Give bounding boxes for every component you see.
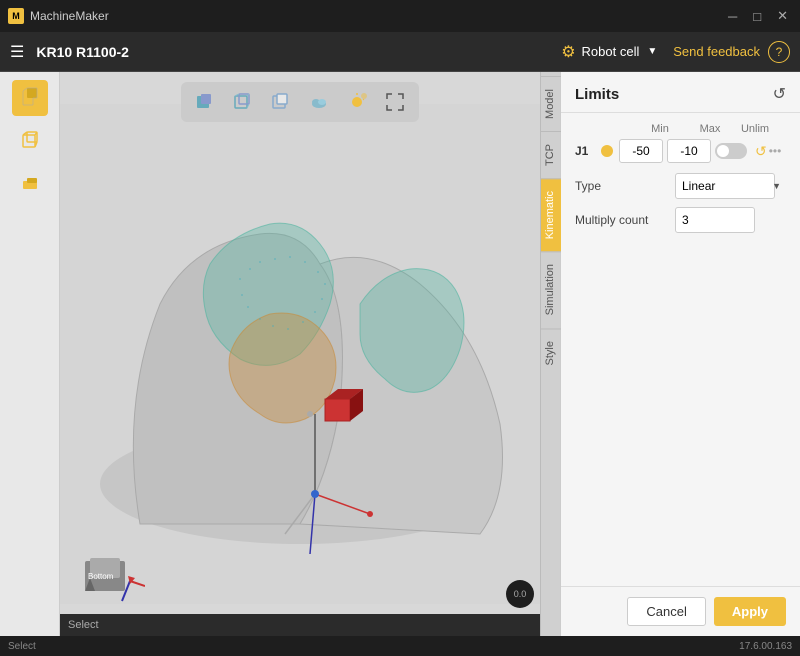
j1-unlimited-toggle[interactable] xyxy=(715,143,747,159)
panel-title: Limits xyxy=(575,86,619,103)
min-header: Min xyxy=(635,123,685,135)
wire-cube-tool[interactable] xyxy=(12,122,48,158)
robot-cell-dropdown[interactable]: ▼ xyxy=(647,46,657,57)
j1-row: J1 ↺ ••• xyxy=(575,139,786,163)
expand-tool[interactable] xyxy=(379,86,411,118)
cancel-button[interactable]: Cancel xyxy=(627,597,705,626)
hamburger-menu[interactable]: ☰ xyxy=(10,42,24,62)
j1-min-input[interactable] xyxy=(619,139,663,163)
bottom-strip: Select 17.6.00.163 xyxy=(0,636,800,656)
cloud-tool[interactable] xyxy=(303,86,335,118)
status-left: Select xyxy=(8,641,36,652)
tab-style[interactable]: Style xyxy=(541,328,561,377)
nav-dot-label: 0.0 xyxy=(514,589,527,599)
j1-label: J1 xyxy=(575,144,595,158)
robot-icon: ⚙ xyxy=(561,42,575,62)
j1-max-input[interactable] xyxy=(667,139,711,163)
titlebar-left: M MachineMaker xyxy=(8,8,109,24)
solid-view-tool[interactable] xyxy=(189,86,221,118)
robot-cell-area: ⚙ Robot cell ▼ xyxy=(561,42,657,62)
tab-simulation[interactable]: Simulation xyxy=(541,251,561,327)
panel-body: Min Max Unlim J1 ↺ ••• Type xyxy=(561,113,800,586)
status-right: 17.6.00.163 xyxy=(739,641,792,652)
type-select-wrap: Linear Rotary ▼ xyxy=(675,173,786,199)
app-logo: M xyxy=(8,8,24,24)
apply-button[interactable]: Apply xyxy=(714,597,786,626)
send-feedback-button[interactable]: Send feedback xyxy=(673,44,760,59)
svg-text:Bottom: Bottom xyxy=(88,572,114,581)
light-tool[interactable] xyxy=(341,86,373,118)
help-button[interactable]: ? xyxy=(768,41,790,63)
type-select[interactable]: Linear Rotary xyxy=(675,173,775,199)
wireframe-tool[interactable] xyxy=(227,86,259,118)
select-status: Select xyxy=(68,619,99,631)
flat-tool[interactable] xyxy=(12,164,48,200)
multiply-count-control xyxy=(675,207,786,233)
max-header: Max xyxy=(685,123,735,135)
type-label: Type xyxy=(575,179,675,193)
viewport-toolbar xyxy=(181,82,419,122)
orange-cube-tool[interactable] xyxy=(12,80,48,116)
panel-footer: Cancel Apply xyxy=(561,586,800,636)
j1-more-button[interactable]: ••• xyxy=(769,144,782,158)
tab-tcp[interactable]: TCP xyxy=(541,131,561,178)
type-field-row: Type Linear Rotary ▼ xyxy=(575,173,786,199)
right-panel: Limits ↺ Min Max Unlim J1 ↺ ••• xyxy=(560,72,800,636)
vertical-tabs: Model TCP Kinematic Simulation Style xyxy=(540,72,560,636)
menubar: ☰ KR10 R1100-2 ⚙ Robot cell ▼ Send feedb… xyxy=(0,32,800,72)
viewport-statusbar: Select xyxy=(60,614,540,636)
j1-spin-icon[interactable]: ↺ xyxy=(755,143,767,160)
tab-kinematic[interactable]: Kinematic xyxy=(541,178,561,251)
viewport: Bottom 0.0 Select xyxy=(60,72,540,636)
nav-dot: 0.0 xyxy=(506,580,534,608)
left-toolbar xyxy=(0,72,60,636)
close-button[interactable]: ✕ xyxy=(773,8,792,24)
main-area: Bottom 0.0 Select Model TCP Kinematic Si… xyxy=(0,72,800,636)
multiply-count-input[interactable] xyxy=(675,207,755,233)
corner-view-tool[interactable] xyxy=(265,86,297,118)
multiply-count-label: Multiply count xyxy=(575,213,675,227)
project-title: KR10 R1100-2 xyxy=(36,44,561,60)
tab-model[interactable]: Model xyxy=(541,76,561,131)
maximize-button[interactable]: □ xyxy=(749,8,765,24)
unlim-header: Unlim xyxy=(735,123,775,135)
compass: Bottom xyxy=(80,556,140,606)
minimize-button[interactable]: ─ xyxy=(724,8,741,24)
robot-cell-label: Robot cell xyxy=(582,44,640,59)
j1-toggle-knob xyxy=(717,145,729,157)
limits-column-headers: Min Max Unlim xyxy=(575,123,786,135)
reset-button[interactable]: ↺ xyxy=(773,84,786,104)
multiply-count-field-row: Multiply count xyxy=(575,207,786,233)
titlebar: M MachineMaker ─ □ ✕ xyxy=(0,0,800,32)
panel-header: Limits ↺ xyxy=(561,72,800,113)
titlebar-controls: ─ □ ✕ xyxy=(724,8,792,24)
j1-status-dot xyxy=(601,145,613,157)
app-title: MachineMaker xyxy=(30,9,109,23)
